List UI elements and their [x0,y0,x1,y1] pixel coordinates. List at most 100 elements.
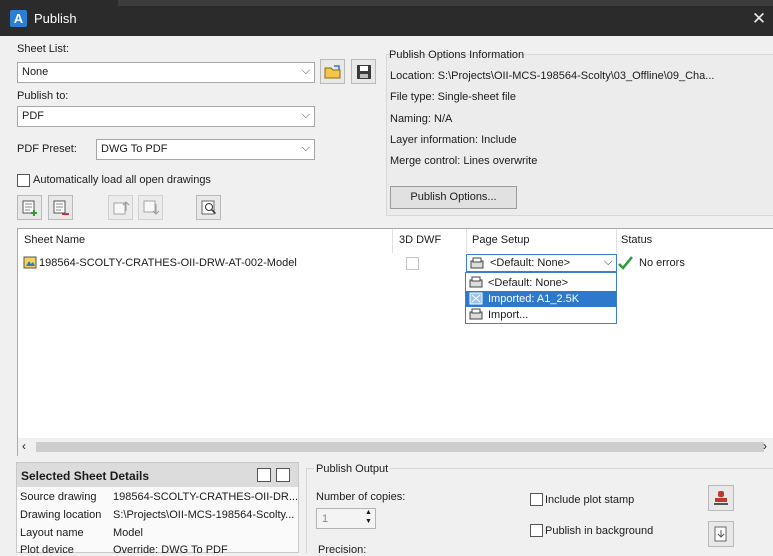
horizontal-scrollbar[interactable]: ‹ › [18,438,773,456]
move-sheet-down-button[interactable] [138,195,163,220]
details-title: Selected Sheet Details [21,469,150,483]
preview-button[interactable] [196,195,221,220]
plot-stamp-label: Include plot stamp [545,494,635,506]
detail-label: Plot device [20,544,74,556]
options-naming: Naming: N/A [390,113,453,125]
sheet-list-table: Sheet Name 3D DWF Page Setup Status 1985… [17,228,773,456]
column-divider [466,229,467,253]
background-publish-settings-button[interactable] [708,521,734,547]
page-setup-icon [469,276,483,288]
3d-dwf-checkbox[interactable] [406,257,419,270]
title-bar [0,0,773,36]
col-header-page-setup[interactable]: Page Setup [472,234,530,246]
checkmark-icon [618,256,633,270]
remove-sheet-icon [53,200,69,215]
page-setup-combo[interactable]: <Default: None> ⌵ [466,254,617,272]
model-space-icon [23,256,37,269]
title-bar-stripe [118,0,773,6]
detail-value: Override: DWG To PDF [113,544,228,556]
save-sheet-list-button[interactable] [351,59,376,84]
sheet-list-label: Sheet List: [17,43,69,55]
close-button[interactable]: ✕ [748,8,770,30]
options-location: Location: S:\Projects\OII-MCS-198564-Sco… [390,70,715,82]
publish-options-button[interactable]: Publish Options... [390,186,517,209]
move-sheet-up-button[interactable] [108,195,133,220]
auto-load-checkbox[interactable] [17,174,30,187]
plot-stamp-checkbox[interactable] [530,493,543,506]
scroll-left-arrow-icon[interactable]: ‹ [22,439,26,453]
imported-setup-icon [469,292,483,305]
copies-label: Number of copies: [316,491,406,503]
auto-load-label: Automatically load all open drawings [33,174,211,186]
chevron-down-icon: ⌵ [604,256,613,268]
background-publish-label: Publish in background [545,525,654,537]
sheet-name-cell: 198564-SCOLTY-CRATHES-OII-DRW-AT-002-Mod… [39,257,297,269]
precision-label: Precision: [318,544,367,556]
details-refresh-icon[interactable] [276,468,290,482]
load-sheet-list-button[interactable] [320,59,345,84]
status-cell: No errors [639,257,685,269]
move-up-icon [113,200,129,214]
page-setup-dropdown: <Default: None> Imported: A1_2.5K Import… [465,272,617,324]
sheet-list-value: None [22,66,49,78]
col-header-sheet-name[interactable]: Sheet Name [24,234,85,246]
stamp-icon [714,491,728,505]
spin-down-icon[interactable]: ▼ [362,518,375,528]
dropdown-option-label: Imported: A1_2.5K [488,293,580,305]
dropdown-option-label: <Default: None> [488,277,569,289]
options-info-title: Publish Options Information [389,49,525,61]
detail-label: Layout name [20,527,84,539]
autocad-logo-icon: A [10,10,27,27]
dropdown-option-label: Import... [488,309,529,321]
sheet-list-combo[interactable]: None ⌵ [17,62,315,83]
selected-sheet-details-panel: Selected Sheet Details Source drawing 19… [16,462,299,556]
options-file-type: File type: Single-sheet file [390,91,516,103]
copies-value: 1 [322,513,329,525]
dropdown-option-import[interactable]: Import... [466,307,616,323]
scrollbar-thumb[interactable] [36,442,764,452]
pdf-preset-combo[interactable]: DWG To PDF ⌵ [96,139,315,160]
background-publish-checkbox[interactable] [530,524,543,537]
options-merge-control: Merge control: Lines overwrite [390,155,538,167]
scroll-right-arrow-icon[interactable]: › [763,439,767,453]
add-sheet-icon [22,200,37,216]
col-header-3d-dwf[interactable]: 3D DWF [399,234,441,246]
column-divider [616,229,617,253]
detail-value: Model [113,527,143,539]
page-setup-value: <Default: None> [490,257,571,269]
publish-to-value: PDF [22,110,44,122]
page-setup-icon [470,257,484,269]
col-header-status[interactable]: Status [621,234,652,246]
detail-value: 198564-SCOLTY-CRATHES-OII-DR... [113,491,299,503]
open-folder-icon [324,64,340,78]
publish-output-frame [306,468,773,553]
details-toggle-icon[interactable] [257,468,271,482]
options-layer-info: Layer information: Include [390,134,517,146]
pdf-preset-value: DWG To PDF [101,143,168,155]
table-row[interactable]: 198564-SCOLTY-CRATHES-OII-DRW-AT-002-Mod… [18,254,773,272]
magnifier-preview-icon [201,200,216,214]
add-sheets-button[interactable] [17,195,42,220]
save-disk-icon [356,64,371,79]
chevron-down-icon: ⌵ [301,142,310,154]
detail-label: Drawing location [20,509,102,521]
window-title: Publish [34,11,77,26]
plot-stamp-settings-button[interactable] [708,485,734,511]
remove-sheets-button[interactable] [48,195,73,220]
column-divider [392,229,393,253]
spin-up-icon[interactable]: ▲ [362,509,375,518]
copies-spinner[interactable]: 1 ▲ ▼ [316,508,376,529]
detail-value: S:\Projects\OII-MCS-198564-Scolty... [113,509,295,521]
page-setup-icon [469,308,483,320]
publish-to-label: Publish to: [17,90,69,102]
publish-output-title: Publish Output [314,463,391,475]
dropdown-option-default[interactable]: <Default: None> [466,275,616,291]
move-down-icon [143,200,159,215]
chevron-down-icon: ⌵ [301,65,310,77]
detail-label: Source drawing [20,491,97,503]
publish-to-combo[interactable]: PDF ⌵ [17,106,315,127]
dropdown-option-imported[interactable]: Imported: A1_2.5K [466,291,616,307]
document-download-icon [714,526,727,542]
chevron-down-icon: ⌵ [301,109,310,121]
pdf-preset-label: PDF Preset: [17,143,77,155]
